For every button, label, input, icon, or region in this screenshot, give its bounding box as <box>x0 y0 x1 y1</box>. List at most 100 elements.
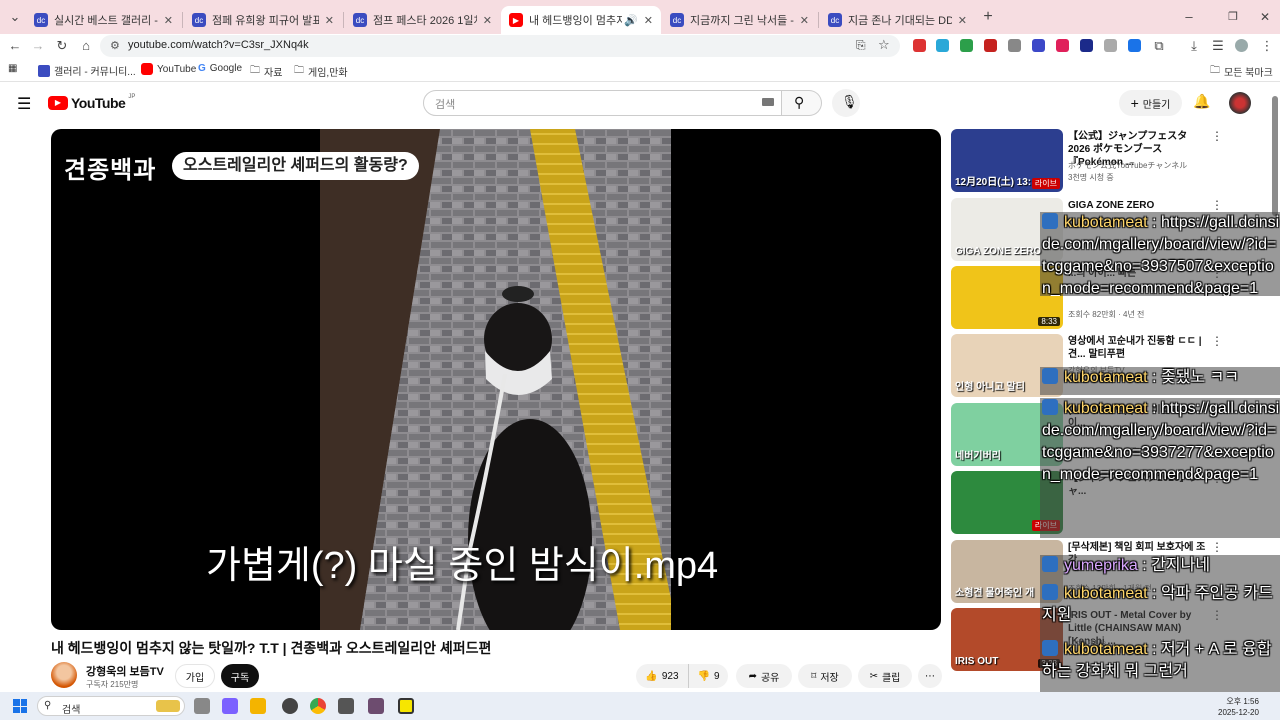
notifications-bell-icon[interactable]: 🔔 <box>1193 93 1210 110</box>
chat-message: kubotameat : 악파 주인공 카드지원 <box>1040 583 1280 639</box>
recommendation-channel[interactable]: ポケモン公式YouTubeチャンネル <box>1068 160 1187 171</box>
bookmark-dc[interactable]: 갤러리 - 커뮤니티... <box>38 63 136 78</box>
folder-icon: 🗀 <box>294 65 304 76</box>
extension-icon[interactable] <box>984 39 997 52</box>
copilot-icon[interactable] <box>222 698 238 714</box>
browser-menu-icon[interactable]: ⋮ <box>1258 37 1276 55</box>
bookmark-label: 게임,만화 <box>308 68 348 79</box>
all-bookmarks[interactable]: 🗀 모든 북마크 <box>1210 63 1273 80</box>
address-bar[interactable]: ⚙ youtube.com/watch?v=C3sr_JXNq4k ⎘ ☆ <box>100 35 900 57</box>
thumbnail-text: IRIS OUT <box>955 656 999 667</box>
profile-avatar[interactable] <box>1235 39 1248 52</box>
guide-menu-icon[interactable]: ☰ <box>17 94 31 114</box>
tab-3-active[interactable]: ▶ 내 헤드뱅잉이 멈추지 않는 🔊 ✕ <box>501 6 661 34</box>
search-box[interactable]: 검색 <box>423 90 782 116</box>
close-tab-icon[interactable]: ✕ <box>800 14 809 27</box>
create-button[interactable]: + 만들기 <box>1119 90 1182 116</box>
extension-icon[interactable] <box>1008 39 1021 52</box>
chrome-icon[interactable] <box>310 698 326 714</box>
site-info-icon[interactable]: ⚙ <box>110 39 120 52</box>
video-caption: 가볍게(?) 마실 중인 밤식이.mp4 <box>206 545 719 587</box>
like-button[interactable]: 👍 923 <box>636 664 688 688</box>
share-button[interactable]: ➦ 공유 <box>736 664 792 688</box>
close-tab-icon[interactable]: ✕ <box>325 14 334 27</box>
task-view-icon[interactable] <box>194 698 210 714</box>
close-tab-icon[interactable]: ✕ <box>644 14 653 27</box>
clip-button[interactable]: ✂ 클립 <box>858 664 912 688</box>
search-input[interactable]: 검색 <box>435 96 455 112</box>
extension-icon[interactable] <box>1032 39 1045 52</box>
page-scrollbar[interactable] <box>1272 96 1278 216</box>
more-vertical-icon[interactable]: ⋮ <box>1211 198 1223 212</box>
tab-1[interactable]: dc 점페 유희왕 피규어 발표를 - ✕ <box>184 6 342 34</box>
thumbs-up-icon: 👍 <box>645 670 658 682</box>
subscribe-button[interactable]: 구독 <box>221 664 259 688</box>
bookmark-google[interactable]: G Google <box>198 63 242 74</box>
recommendation-title[interactable]: GIGA ZONE ZERO <box>1068 199 1208 212</box>
account-avatar[interactable] <box>1229 92 1251 114</box>
close-tab-icon[interactable]: ✕ <box>164 14 173 27</box>
subscriber-count: 구독자 215만명 <box>86 680 139 689</box>
keyboard-icon[interactable] <box>762 98 774 106</box>
voice-search-button[interactable]: 🎙 <box>832 89 860 117</box>
taskbar-search-input[interactable]: 검색 <box>62 701 80 716</box>
tab-0[interactable]: dc 실시간 베스트 갤러리 - 커뮤니 ✕ <box>26 6 181 34</box>
minimize-icon[interactable]: – <box>1180 8 1198 26</box>
recommendation-meta: 3천명 시청 중 <box>1068 173 1114 182</box>
extension-icon[interactable] <box>960 39 973 52</box>
windows-start-icon[interactable] <box>13 699 27 713</box>
tab-2[interactable]: dc 점프 페스타 2026 1일차 방송 ✕ <box>345 6 500 34</box>
bookmark-youtube[interactable]: YouTube <box>141 63 196 75</box>
tab-4[interactable]: dc 지금까지 그린 낙서들 - 프리페 ✕ <box>662 6 817 34</box>
back-icon[interactable]: ← <box>6 37 24 55</box>
extension-icon[interactable] <box>1080 39 1093 52</box>
home-icon[interactable]: ⌂ <box>77 37 95 55</box>
kakaotalk-icon[interactable] <box>398 698 414 714</box>
chat-user-icon <box>1042 640 1058 656</box>
search-button[interactable]: ⚲ <box>782 90 822 116</box>
forward-icon[interactable]: → <box>29 37 47 55</box>
app-icon[interactable] <box>368 698 384 714</box>
extension-icon[interactable] <box>1056 39 1069 52</box>
app-icon[interactable] <box>338 698 354 714</box>
extension-icon[interactable] <box>936 39 949 52</box>
reading-list-icon[interactable]: ☰ <box>1209 37 1227 55</box>
install-icon[interactable]: ⎘ <box>856 38 866 53</box>
save-button[interactable]: ⌑ 저장 <box>798 664 852 688</box>
apps-grid-icon[interactable]: ▦ <box>8 63 17 74</box>
channel-avatar[interactable] <box>51 662 77 688</box>
dislike-button[interactable]: 👎 9 <box>688 664 728 688</box>
tab-5[interactable]: dc 지금 존나 기대되는 DD캔 개수 ✕ <box>820 6 975 34</box>
steam-icon[interactable] <box>282 698 298 714</box>
restore-icon[interactable]: ❐ <box>1224 8 1242 26</box>
tab-search-icon[interactable]: ⌄ <box>6 8 24 26</box>
close-tab-icon[interactable]: ✕ <box>483 14 492 27</box>
taskbar-search[interactable]: ⚲ 검색 <box>37 696 185 716</box>
video-thumbnail[interactable]: 12月20日(土) 13: 라이브 <box>951 129 1063 192</box>
bookmark-star-icon[interactable]: ☆ <box>878 37 890 53</box>
more-actions-button[interactable]: ⋯ <box>918 664 942 688</box>
extension-icon[interactable] <box>913 39 926 52</box>
close-tab-icon[interactable]: ✕ <box>958 14 967 27</box>
bookmark-folder-games[interactable]: 🗀 게임,만화 <box>294 63 348 80</box>
file-explorer-icon[interactable] <box>250 698 266 714</box>
youtube-icon <box>141 63 153 75</box>
extensions-puzzle-icon[interactable]: ⧉ <box>1150 37 1168 55</box>
youtube-logo[interactable]: ▶ YouTube JP <box>48 94 135 111</box>
speaker-icon[interactable]: 🔊 <box>624 14 638 27</box>
close-window-icon[interactable]: ✕ <box>1256 8 1274 26</box>
more-vertical-icon[interactable]: ⋮ <box>1211 129 1223 143</box>
reload-icon[interactable]: ↻ <box>53 37 71 55</box>
chat-separator: : <box>1147 641 1161 658</box>
bookmark-folder-resources[interactable]: 🗀 자료 <box>250 63 282 80</box>
download-extension-icon[interactable] <box>1128 39 1141 52</box>
join-button[interactable]: 가입 <box>175 664 215 688</box>
channel-name[interactable]: 강형욱의 보듬TV <box>86 663 164 679</box>
video-player[interactable]: 견종백과 오스트레일리안 셰퍼드의 활동량? 가볍게(?) 마실 중인 밤식이.… <box>51 129 941 630</box>
extension-icon[interactable] <box>1104 39 1117 52</box>
recommendation-card[interactable]: 12月20日(土) 13: 라이브 【公式】ジャンプフェスタ2026 ポケモンブース… <box>951 129 1271 193</box>
new-tab-icon[interactable]: + <box>979 8 997 26</box>
taskbar-clock[interactable]: 오후 1:56 2025-12-20 <box>1218 696 1259 718</box>
overlay-question: 오스트레일리안 셰퍼드의 활동량? <box>172 152 419 180</box>
downloads-icon[interactable]: ⤓ <box>1185 37 1203 55</box>
